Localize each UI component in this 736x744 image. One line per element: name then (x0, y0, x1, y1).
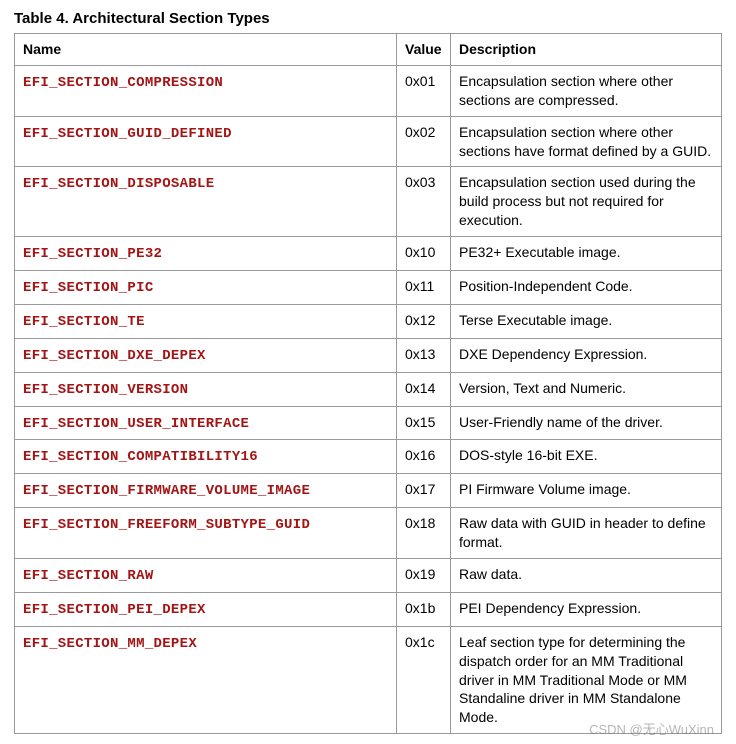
cell-description: DXE Dependency Expression. (451, 338, 722, 372)
cell-description: Leaf section type for determining the di… (451, 626, 722, 733)
cell-value: 0x13 (397, 338, 451, 372)
cell-description: Encapsulation section used during the bu… (451, 167, 722, 237)
table-row: EFI_SECTION_GUID_DEFINED 0x02Encapsulatio… (15, 116, 722, 167)
section-type-code: EFI_SECTION_PEI_DEPEX (23, 602, 206, 618)
cell-name: EFI_SECTION_FREEFORM_SUBTYPE_GUID (15, 508, 397, 559)
section-type-code: EFI_SECTION_RAW (23, 568, 154, 584)
cell-name: EFI_SECTION_MM_DEPEX (15, 626, 397, 733)
table-body: EFI_SECTION_COMPRESSION 0x01Encapsulation… (15, 65, 722, 733)
table-row: EFI_SECTION_USER_INTERFACE 0x15User-Frien… (15, 406, 722, 440)
section-type-code: EFI_SECTION_COMPRESSION (23, 75, 223, 91)
cell-description: Terse Executable image. (451, 304, 722, 338)
cell-name: EFI_SECTION_RAW (15, 559, 397, 593)
cell-description: PI Firmware Volume image. (451, 474, 722, 508)
cell-value: 0x18 (397, 508, 451, 559)
cell-description: User-Friendly name of the driver. (451, 406, 722, 440)
section-types-table: Name Value Description EFI_SECTION_COMPR… (14, 33, 722, 734)
table-row: EFI_SECTION_FIRMWARE_VOLUME_IMAGE 0x17PI … (15, 474, 722, 508)
cell-description: Raw data. (451, 559, 722, 593)
cell-value: 0x17 (397, 474, 451, 508)
section-type-code: EFI_SECTION_PE32 (23, 246, 162, 262)
table-row: EFI_SECTION_FREEFORM_SUBTYPE_GUID 0x18Raw… (15, 508, 722, 559)
cell-name: EFI_SECTION_USER_INTERFACE (15, 406, 397, 440)
cell-value: 0x15 (397, 406, 451, 440)
table-row: EFI_SECTION_PEI_DEPEX 0x1bPEI Dependency … (15, 592, 722, 626)
header-name: Name (15, 34, 397, 66)
table-row: EFI_SECTION_DXE_DEPEX 0x13DXE Dependency … (15, 338, 722, 372)
cell-name: EFI_SECTION_TE (15, 304, 397, 338)
cell-description: Encapsulation section where other sectio… (451, 116, 722, 167)
section-type-code: EFI_SECTION_DXE_DEPEX (23, 348, 206, 364)
cell-description: DOS-style 16-bit EXE. (451, 440, 722, 474)
section-type-code: EFI_SECTION_USER_INTERFACE (23, 416, 249, 432)
cell-value: 0x1c (397, 626, 451, 733)
table-row: EFI_SECTION_COMPRESSION 0x01Encapsulation… (15, 65, 722, 116)
cell-description: PEI Dependency Expression. (451, 592, 722, 626)
cell-value: 0x10 (397, 237, 451, 271)
table-row: EFI_SECTION_COMPATIBILITY16 0x16DOS-style… (15, 440, 722, 474)
table-row: EFI_SECTION_TE 0x12Terse Executable image… (15, 304, 722, 338)
section-type-code: EFI_SECTION_VERSION (23, 382, 188, 398)
table-row: EFI_SECTION_MM_DEPEX 0x1cLeaf section typ… (15, 626, 722, 733)
section-type-code: EFI_SECTION_COMPATIBILITY16 (23, 449, 258, 465)
section-type-code: EFI_SECTION_MM_DEPEX (23, 636, 197, 652)
cell-name: EFI_SECTION_COMPRESSION (15, 65, 397, 116)
cell-value: 0x1b (397, 592, 451, 626)
cell-value: 0x12 (397, 304, 451, 338)
cell-name: EFI_SECTION_DXE_DEPEX (15, 338, 397, 372)
cell-name: EFI_SECTION_GUID_DEFINED (15, 116, 397, 167)
cell-description: Position-Independent Code. (451, 271, 722, 305)
section-type-code: EFI_SECTION_DISPOSABLE (23, 176, 214, 192)
table-row: EFI_SECTION_VERSION 0x14Version, Text and… (15, 372, 722, 406)
cell-name: EFI_SECTION_DISPOSABLE (15, 167, 397, 237)
cell-value: 0x14 (397, 372, 451, 406)
cell-description: Encapsulation section where other sectio… (451, 65, 722, 116)
cell-name: EFI_SECTION_VERSION (15, 372, 397, 406)
cell-name: EFI_SECTION_PIC (15, 271, 397, 305)
cell-value: 0x11 (397, 271, 451, 305)
cell-name: EFI_SECTION_FIRMWARE_VOLUME_IMAGE (15, 474, 397, 508)
cell-description: Raw data with GUID in header to define f… (451, 508, 722, 559)
table-title: Table 4. Architectural Section Types (14, 10, 722, 27)
header-value: Value (397, 34, 451, 66)
section-type-code: EFI_SECTION_FIRMWARE_VOLUME_IMAGE (23, 483, 310, 499)
cell-value: 0x01 (397, 65, 451, 116)
cell-description: PE32+ Executable image. (451, 237, 722, 271)
table-row: EFI_SECTION_PIC 0x11Position-Independent … (15, 271, 722, 305)
cell-description: Version, Text and Numeric. (451, 372, 722, 406)
cell-value: 0x03 (397, 167, 451, 237)
header-description: Description (451, 34, 722, 66)
cell-value: 0x16 (397, 440, 451, 474)
section-type-code: EFI_SECTION_TE (23, 314, 145, 330)
cell-name: EFI_SECTION_PE32 (15, 237, 397, 271)
section-type-code: EFI_SECTION_GUID_DEFINED (23, 126, 232, 142)
table-row: EFI_SECTION_RAW 0x19Raw data. (15, 559, 722, 593)
table-header-row: Name Value Description (15, 34, 722, 66)
table-row: EFI_SECTION_DISPOSABLE 0x03Encapsulation … (15, 167, 722, 237)
section-type-code: EFI_SECTION_FREEFORM_SUBTYPE_GUID (23, 517, 310, 533)
section-type-code: EFI_SECTION_PIC (23, 280, 154, 296)
cell-value: 0x02 (397, 116, 451, 167)
cell-name: EFI_SECTION_PEI_DEPEX (15, 592, 397, 626)
cell-value: 0x19 (397, 559, 451, 593)
cell-name: EFI_SECTION_COMPATIBILITY16 (15, 440, 397, 474)
table-row: EFI_SECTION_PE32 0x10PE32+ Executable ima… (15, 237, 722, 271)
